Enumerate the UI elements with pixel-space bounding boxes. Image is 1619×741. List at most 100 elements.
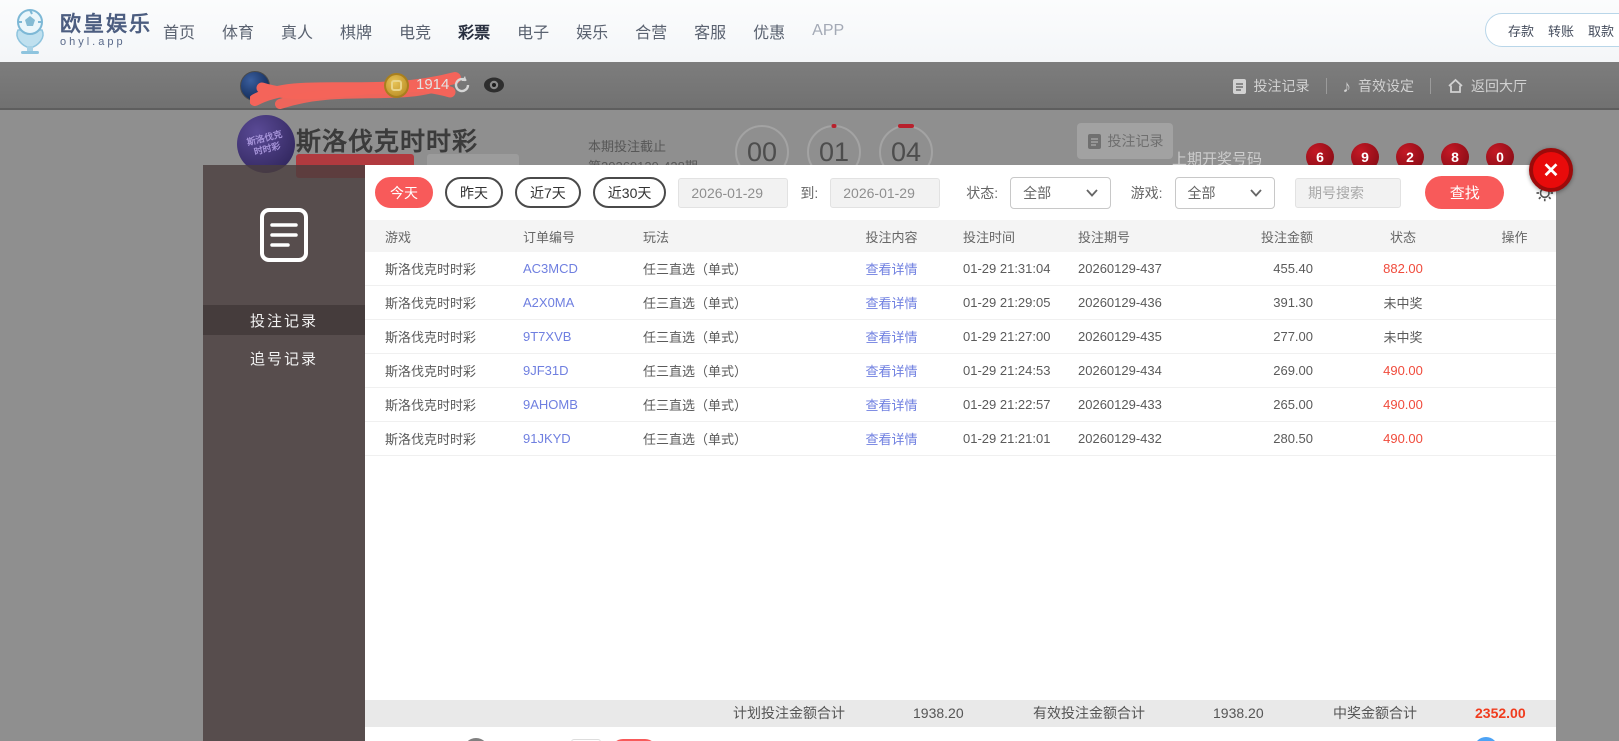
close-modal-button[interactable]: ✕ <box>1529 148 1573 192</box>
top-navbar: 欧皇娱乐 ohyl.app 首页 体育 真人 棋牌 电竞 彩票 电子 娱乐 合营… <box>0 0 1619 62</box>
records-doc-icon <box>260 208 308 262</box>
cell-status: 882.00 <box>1383 261 1423 276</box>
document-icon <box>1232 78 1246 94</box>
game-label: 游戏: <box>1130 184 1163 201</box>
nav-item-app[interactable]: APP <box>812 22 844 40</box>
filter-last7days-button[interactable]: 近7天 <box>515 177 581 208</box>
nav-item-slots[interactable]: 电子 <box>517 19 549 43</box>
music-note-icon: ♪ <box>1342 76 1352 96</box>
sidebar-item-chase-records[interactable]: 追号记录 <box>203 343 365 373</box>
order-link[interactable]: A2X0MA <box>523 295 643 310</box>
status-select[interactable]: 全部 <box>1010 176 1111 209</box>
date-from-input[interactable] <box>678 177 789 208</box>
nav-item-entertainment[interactable]: 娱乐 <box>576 19 608 43</box>
col-period: 投注期号 <box>1078 229 1131 245</box>
game-select-value: 全部 <box>1187 184 1216 201</box>
trophy-logo-icon <box>16 9 44 54</box>
refresh-icon[interactable] <box>452 75 472 95</box>
transfer-button[interactable]: 转账 <box>1548 21 1574 40</box>
nav-item-sports[interactable]: 体育 <box>222 19 254 43</box>
back-to-lobby-link[interactable]: 返回大厅 <box>1447 76 1527 96</box>
cell-game: 斯洛伐克时时彩 <box>385 432 477 447</box>
site-logo[interactable]: 欧皇娱乐 ohyl.app <box>8 8 152 54</box>
balance-amount: 1914 <box>416 76 450 93</box>
col-amount: 投注金额 <box>1260 229 1313 245</box>
cell-game: 斯洛伐克时时彩 <box>385 330 477 345</box>
eye-icon[interactable] <box>483 76 505 94</box>
game-badge-text: 斯洛伐克时时彩 <box>245 128 284 157</box>
filter-yesterday-button[interactable]: 昨天 <box>445 177 503 208</box>
nav-item-esports[interactable]: 电竞 <box>399 19 431 43</box>
cell-game: 斯洛伐克时时彩 <box>385 364 477 379</box>
nav-item-lottery[interactable]: 彩票 <box>458 19 490 43</box>
view-details-link[interactable]: 查看详情 <box>820 361 963 380</box>
sound-settings-label: 音效设定 <box>1358 78 1414 94</box>
date-to-input[interactable] <box>830 177 941 208</box>
order-link[interactable]: 9AHOMB <box>523 397 643 412</box>
period-search-input[interactable] <box>1295 177 1402 208</box>
nav-item-home[interactable]: 首页 <box>163 19 195 43</box>
table-body: 斯洛伐克时时彩 AC3MCD 任三直选（单式） 查看详情 01-29 21:31… <box>365 252 1556 456</box>
col-order: 订单编号 <box>523 229 576 245</box>
filter-last30days-button[interactable]: 近30天 <box>592 177 667 208</box>
bet-record-label: 投注记录 <box>1253 78 1310 94</box>
nav-item-live[interactable]: 真人 <box>281 19 313 43</box>
bet-record-button[interactable]: 投注记录 <box>1077 123 1173 159</box>
cell-game: 斯洛伐克时时彩 <box>385 398 477 413</box>
cell-game: 斯洛伐克时时彩 <box>385 296 477 311</box>
search-button[interactable]: 查找 <box>1425 176 1505 209</box>
col-status: 状态 <box>1389 229 1416 245</box>
nav-item-service[interactable]: 客服 <box>694 19 726 43</box>
table-row: 斯洛伐克时时彩 9JF31D 任三直选（单式） 查看详情 01-29 21:24… <box>365 354 1556 388</box>
cell-period: 20260129-434 <box>1078 363 1162 378</box>
valid-total-label: 有效投注金额合计 <box>1033 705 1145 721</box>
cell-amount: 391.30 <box>1273 295 1313 310</box>
order-link[interactable]: 9T7XVB <box>523 329 643 344</box>
cell-status: 490.00 <box>1383 397 1423 412</box>
decimal-toggle[interactable] <box>1474 737 1498 741</box>
view-details-link[interactable]: 查看详情 <box>820 259 963 278</box>
view-details-link[interactable]: 查看详情 <box>820 327 963 346</box>
cell-play: 任三直选（单式） <box>643 296 748 311</box>
col-content: 投注内容 <box>865 229 918 245</box>
view-details-link[interactable]: 查看详情 <box>820 293 963 312</box>
col-game: 游戏 <box>385 229 412 245</box>
status-label: 状态: <box>966 184 999 201</box>
table-row: 斯洛伐克时时彩 9T7XVB 任三直选（单式） 查看详情 01-29 21:27… <box>365 320 1556 354</box>
logo-subtitle: ohyl.app <box>60 36 126 48</box>
nav-item-partnership[interactable]: 合营 <box>635 19 667 43</box>
order-link[interactable]: 91JKYD <box>523 431 643 446</box>
deposit-button[interactable]: 存款 <box>1508 21 1534 40</box>
order-link[interactable]: 9JF31D <box>523 363 643 378</box>
cell-play: 任三直选（单式） <box>643 398 748 413</box>
table-row: 斯洛伐克时时彩 AC3MCD 任三直选（单式） 查看详情 01-29 21:31… <box>365 252 1556 286</box>
game-select[interactable]: 全部 <box>1174 176 1276 209</box>
win-total-label: 中奖金额合计 <box>1333 705 1417 721</box>
table-row: 斯洛伐克时时彩 9AHOMB 任三直选（单式） 查看详情 01-29 21:22… <box>365 388 1556 422</box>
close-icon: ✕ <box>1542 159 1560 182</box>
order-link[interactable]: AC3MCD <box>523 261 643 276</box>
divider <box>1325 78 1327 94</box>
back-to-lobby-label: 返回大厅 <box>1471 78 1527 94</box>
nav-item-chess[interactable]: 棋牌 <box>340 19 372 43</box>
cell-amount: 265.00 <box>1273 397 1313 412</box>
chevron-down-icon <box>1250 188 1262 197</box>
view-details-link[interactable]: 查看详情 <box>820 429 963 448</box>
filter-today-button[interactable]: 今天 <box>375 177 433 208</box>
plan-total-label: 计划投注金额合计 <box>733 705 845 721</box>
cell-play: 任三直选（单式） <box>643 262 748 277</box>
cell-period: 20260129-432 <box>1078 431 1162 446</box>
table-header: 游戏 订单编号 玩法 投注内容 投注时间 投注期号 投注金额 状态 操作 <box>365 220 1556 252</box>
sidebar-item-bet-records[interactable]: 投注记录 <box>203 305 365 335</box>
divider <box>1430 78 1431 94</box>
game-title: 斯洛伐克时时彩 <box>296 128 479 156</box>
main-nav: 首页 体育 真人 棋牌 电竞 彩票 电子 娱乐 合营 客服 优惠 APP <box>163 0 844 62</box>
withdraw-button[interactable]: 取款 <box>1588 21 1614 40</box>
cell-amount: 269.00 <box>1273 363 1313 378</box>
bet-record-link[interactable]: 投注记录 <box>1232 76 1310 96</box>
sound-settings-link[interactable]: ♪ 音效设定 <box>1343 76 1415 96</box>
view-details-link[interactable]: 查看详情 <box>820 395 963 414</box>
filter-bar: 今天 昨天 近7天 近30天 到: 状态: 全部 游戏: 全部 查找 <box>365 165 1556 220</box>
nav-item-promo[interactable]: 优惠 <box>753 19 785 43</box>
coin-icon <box>384 73 409 98</box>
